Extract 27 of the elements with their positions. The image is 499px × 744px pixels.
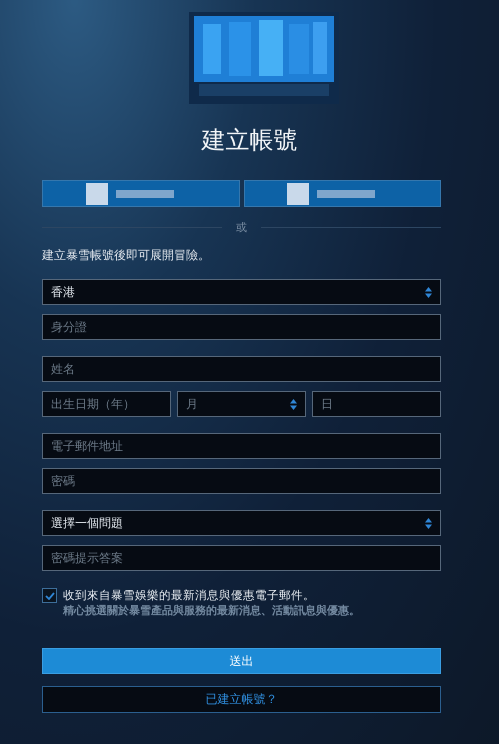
- up-down-icon: [425, 518, 432, 528]
- input-field[interactable]: 出生日期（年）: [42, 391, 171, 417]
- up-down-icon: [290, 398, 297, 410]
- input-field[interactable]: 身分證: [42, 314, 441, 340]
- select-field[interactable]: 香港: [42, 279, 441, 305]
- checkbox-label: 收到來自暴雪娛樂的最新消息與優惠電子郵件。: [63, 587, 316, 603]
- social-login-button[interactable]: [42, 180, 240, 207]
- page-title: 建立帳號: [200, 125, 298, 156]
- select-value: 月: [186, 396, 198, 412]
- divider-text: 或: [236, 220, 247, 234]
- submit-button[interactable]: 送出: [42, 648, 441, 674]
- login-link-button[interactable]: 已建立帳號？: [42, 686, 441, 713]
- checkmark-icon: [44, 592, 54, 600]
- select-value: 選擇一個問題: [51, 514, 123, 532]
- checkbox-note: 精心挑選關於暴雪產品與服務的最新消息、活動訊息與優惠。: [63, 603, 360, 618]
- select-value: 香港: [51, 284, 75, 300]
- input-field[interactable]: 姓名: [42, 356, 441, 382]
- input-field[interactable]: 密碼: [42, 468, 441, 494]
- select-field[interactable]: 月: [177, 391, 306, 417]
- checkbox[interactable]: [42, 588, 57, 603]
- intro-text: 建立暴雪帳號後即可展開冒險。: [42, 247, 211, 263]
- social-login-button[interactable]: [244, 180, 441, 207]
- input-field[interactable]: 密碼提示答案: [42, 545, 441, 571]
- select-field[interactable]: 選擇一個問題: [42, 510, 441, 536]
- input-field[interactable]: 日: [312, 391, 441, 417]
- input-field[interactable]: 電子郵件地址: [42, 433, 441, 459]
- up-down-icon: [425, 286, 432, 298]
